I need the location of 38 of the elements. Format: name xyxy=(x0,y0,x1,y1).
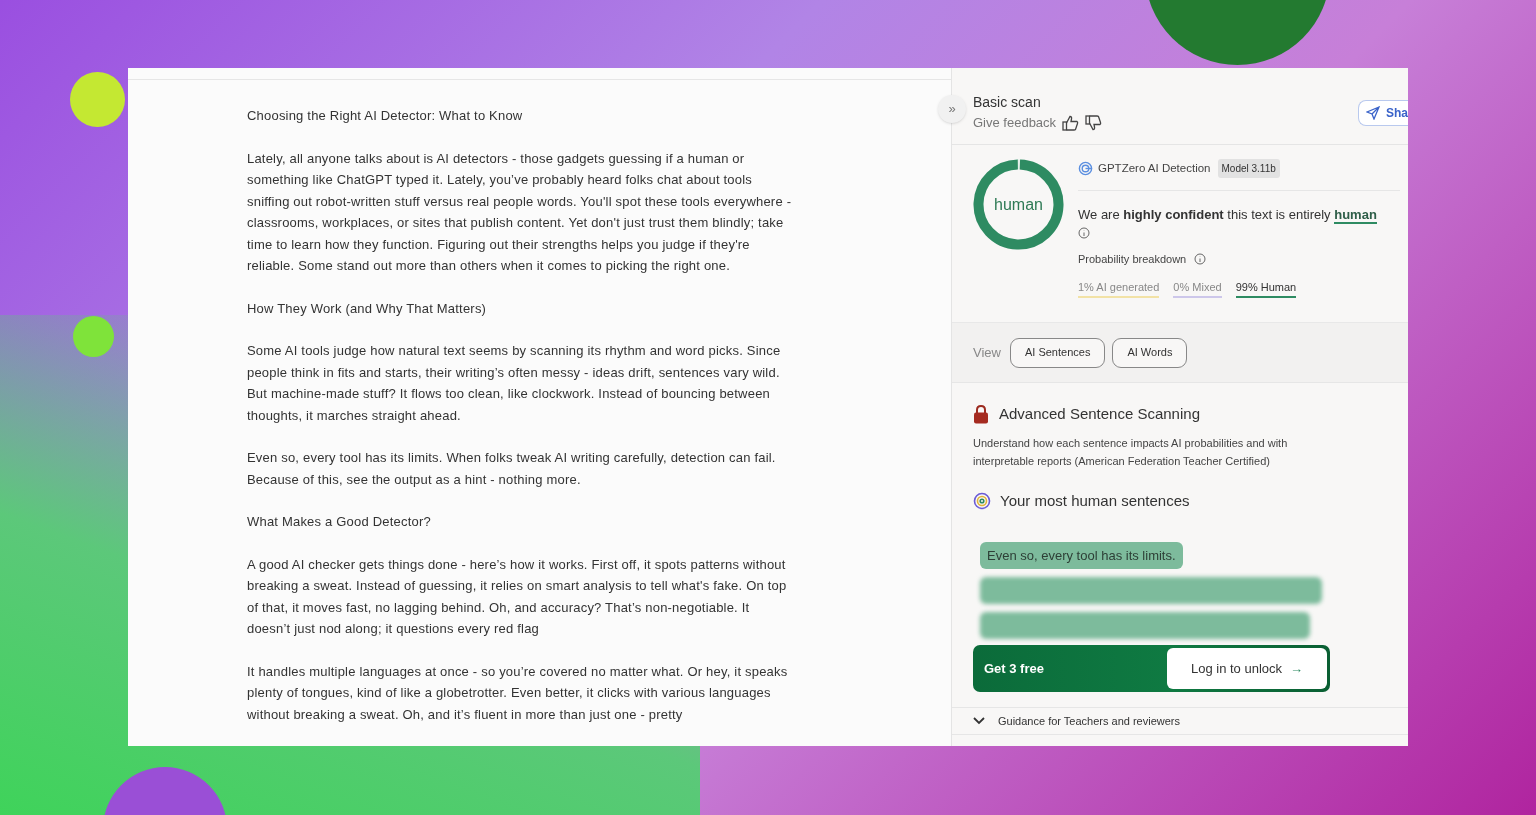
text-paragraph: How They Work (and Why That Matters) xyxy=(247,299,488,318)
offer-label: Get 3 free xyxy=(984,659,1044,678)
breakdown-label: Probability breakdown xyxy=(1078,252,1187,267)
verdict-label: human xyxy=(993,194,1044,215)
text-paragraph: Lately, all anyone talks about is AI detectors - those gadgets guessing if a human or something like ChatGPT typed it. Lately, you’ve probably heard folks chat about tools sniffing out robot-written stuff versus real people words. You'll spot these tools everywhere - classrooms, workplaces, or sites that publish content. Yet don't just trust them blindly; take time to learn how they function. Figuring out their strengths helps you judge if they're reliable. Some stand out more than others when it comes to picking the right one. xyxy=(247,149,793,275)
probability-label: 99% Human xyxy=(1235,278,1297,298)
section-description: Understand how each sentence impacts AI probabilities and with interpretable reports (American Federation Teacher Certified) xyxy=(973,435,1289,469)
result-statement: We are highly confident this text is entirely human xyxy=(1078,206,1378,225)
thumbs-down-icon[interactable] xyxy=(1085,114,1103,131)
login-button[interactable]: Log in to unlock → xyxy=(1167,648,1327,689)
human-sentence: Even so, every tool has its limits. xyxy=(980,542,1183,569)
panel-title: Basic scan xyxy=(973,93,1042,111)
view-option-button[interactable]: AI Sentences xyxy=(1009,337,1106,368)
probability-label: 1% AI generated xyxy=(1078,278,1160,298)
info-icon[interactable] xyxy=(1194,253,1207,266)
collapse-button[interactable]: » xyxy=(938,95,966,123)
text-paragraph: What Makes a Good Detector? xyxy=(247,513,432,531)
text-paragraph: Some AI tools judge how natural text seems by scanning its rhythm and word picks. Since people think in fits and starts, their writing’s often messy - ideas drift, sentences vary wild. But machine-made stuff? It flows too clean, like clockwork. Instead of bouncing between thoughts, it marches straight ahead. xyxy=(247,342,782,425)
send-icon xyxy=(1366,106,1380,120)
section-title: Advanced Sentence Scanning xyxy=(999,404,1200,424)
text-paragraph: It handles multiple languages at once - so you’re covered no matter what. Or hey, it speaks plenty of tongues, kind of like a globetrotter. Even better, it clicks with various languages without breaking a sweat. Oh, and it’s fluent in more than just one - pretty xyxy=(247,662,789,724)
detector-name: GPTZero AI Detection xyxy=(1098,160,1211,176)
view-label: View xyxy=(973,343,1001,362)
section-title: Your most human sentences xyxy=(1000,490,1190,511)
detector-logo-icon xyxy=(1078,161,1093,176)
text-paragraph: Choosing the Right AI Detector: What to Know xyxy=(247,107,524,125)
share-button[interactable]: Sha xyxy=(1358,100,1408,126)
probability-label: 0% Mixed xyxy=(1173,278,1222,298)
info-icon[interactable] xyxy=(1078,227,1090,239)
view-option-button[interactable]: AI Words xyxy=(1112,337,1188,368)
feedback-label: Give feedback xyxy=(973,114,1057,132)
thumbs-up-icon[interactable] xyxy=(1062,114,1080,131)
chevron-icon xyxy=(973,717,985,725)
lock-icon xyxy=(973,404,989,424)
guidance-toggle[interactable]: Guidance for Teachers and reviewers xyxy=(952,707,1408,735)
text-paragraph: Even so, every tool has its limits. When folks tweak AI writing carefully, detection can fail. Because of this, see the output as a hint - nothing more. xyxy=(247,449,777,489)
model-badge: Model 3.11b xyxy=(1217,159,1280,178)
text-paragraph: A good AI checker gets things done - here’s how it works. First off, it spots patterns without breaking a sweat. Instead of guessing, it relies on smart analysis to tell what's fake. On top of that, it moves fast, no lagging behind. Oh, and accuracy? That’s non-negotiable. It doesn’t just nod along; it questions every red flag xyxy=(247,555,788,638)
